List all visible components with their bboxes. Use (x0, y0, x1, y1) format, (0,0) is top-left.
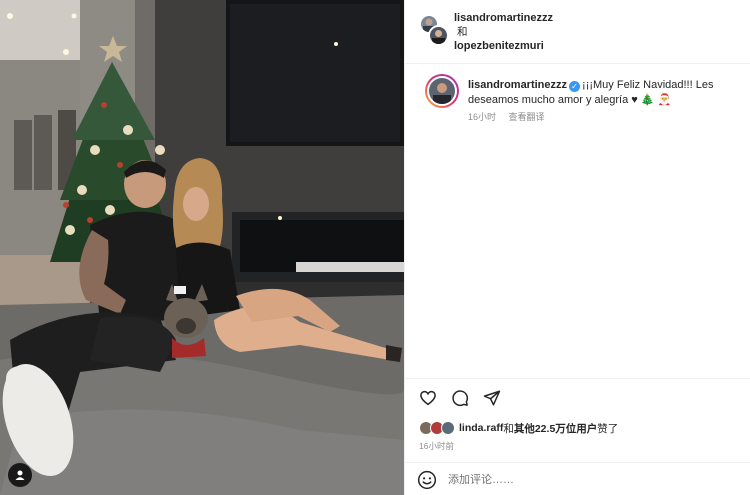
share-icon (483, 390, 501, 406)
post-photo[interactable] (0, 0, 404, 495)
header-usernames: lisandromartinezzz 和 lopezbenitezmuri (454, 11, 553, 53)
comment-input[interactable] (448, 471, 708, 489)
likes-joiner: 和 (503, 422, 514, 435)
likes-others-count[interactable]: 其他22.5万位用户 (514, 421, 597, 436)
user-tag-icon (15, 470, 25, 480)
caption-username[interactable]: lisandromartinezzz (468, 79, 567, 91)
post-header: lisandromartinezzz 和 lopezbenitezmuri (405, 0, 750, 64)
see-translation-link[interactable]: 查看翻译 (509, 112, 545, 122)
divider (405, 378, 750, 379)
caption-text-block: lisandromartinezzz ✓ ¡¡¡Muy Feliz Navidad!… (468, 78, 743, 108)
emoji-icon[interactable] (417, 470, 437, 490)
caption-avatar[interactable] (425, 74, 459, 108)
likes-summary: linda.raff 和其他22.5万位用户 赞了 (419, 420, 618, 436)
like-button[interactable] (417, 387, 439, 409)
christmas-couple-photo (0, 0, 404, 495)
header-username-1[interactable]: lisandromartinezzz (454, 11, 553, 25)
share-button[interactable] (481, 387, 503, 409)
likes-suffix: 赞了 (597, 422, 619, 435)
verified-badge-icon: ✓ (569, 81, 581, 92)
comment-button[interactable] (449, 387, 471, 409)
liker-avatars (419, 421, 457, 435)
avatar (441, 421, 455, 435)
comment-icon (452, 390, 469, 407)
user-tag-button[interactable] (8, 463, 32, 487)
post-actions (417, 386, 503, 410)
post-timestamp[interactable]: 16小时前 (419, 440, 454, 452)
caption-meta: 16小时 查看翻译 (468, 110, 555, 123)
liker-username[interactable]: linda.raff (459, 422, 503, 434)
heart-icon (420, 390, 436, 406)
avatar[interactable] (428, 25, 449, 46)
post-side-panel: lisandromartinezzz 和 lopezbenitezmuri li… (404, 0, 750, 495)
header-avatars[interactable] (419, 14, 449, 48)
comment-bar (405, 462, 750, 495)
header-username-2[interactable]: lopezbenitezmuri (454, 39, 553, 53)
caption-time[interactable]: 16小时 (468, 112, 496, 122)
header-joiner: 和 (457, 26, 468, 38)
